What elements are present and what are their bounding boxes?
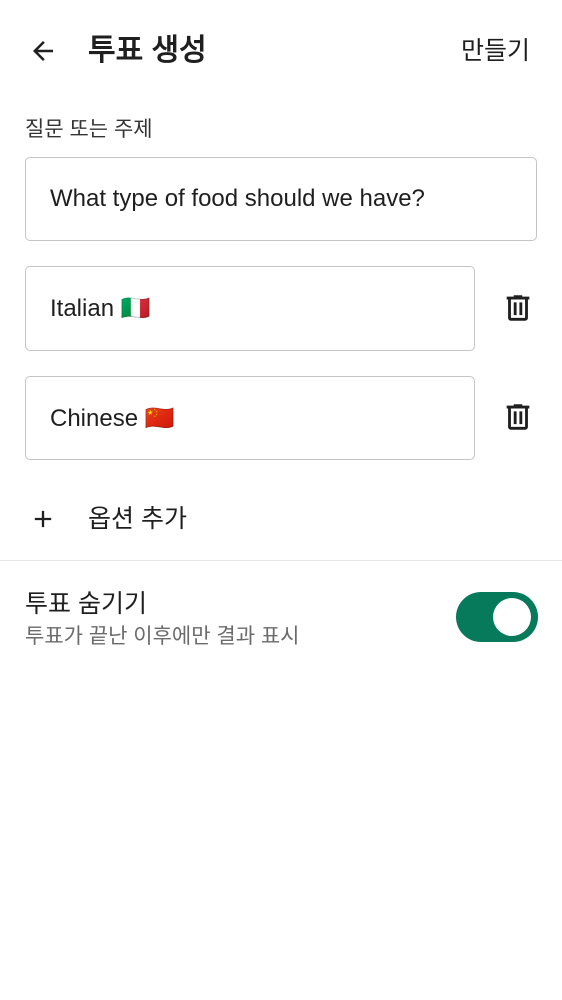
arrow-left-icon	[33, 41, 53, 61]
app-bar: 투표 생성 만들기	[0, 0, 562, 102]
back-button[interactable]	[22, 30, 64, 72]
option-field-1[interactable]	[25, 266, 475, 351]
toggle-knob	[493, 598, 531, 636]
question-input[interactable]	[26, 158, 536, 240]
page-title: 투표 생성	[88, 34, 207, 67]
hide-votes-subtitle: 투표가 끝난 이후에만 결과 표시	[25, 625, 300, 648]
option-field-2[interactable]	[25, 376, 475, 460]
option-input-2[interactable]	[26, 377, 474, 459]
trash-icon	[506, 295, 530, 321]
question-field[interactable]	[25, 157, 537, 241]
option-input-1[interactable]	[26, 267, 474, 350]
hide-votes-title: 투표 숨기기	[25, 590, 147, 618]
plus-icon	[26, 502, 60, 536]
create-button[interactable]: 만들기	[461, 34, 530, 68]
divider	[0, 560, 562, 561]
delete-option-2-button[interactable]	[498, 397, 538, 437]
add-option-button[interactable]: 옵션 추가	[0, 490, 562, 546]
add-option-label: 옵션 추가	[88, 505, 187, 533]
hide-votes-toggle[interactable]	[456, 592, 538, 642]
trash-icon	[506, 404, 530, 430]
question-label: 질문 또는 주제	[25, 118, 153, 141]
delete-option-1-button[interactable]	[498, 288, 538, 328]
